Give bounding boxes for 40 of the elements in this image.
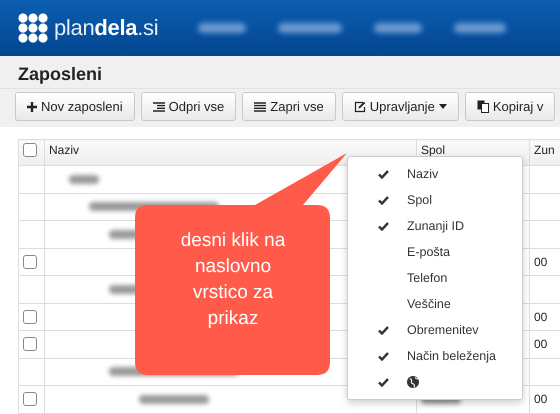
blurred-nav-item[interactable] bbox=[278, 23, 342, 33]
select-all-checkbox[interactable] bbox=[23, 143, 37, 157]
row-checkbox[interactable] bbox=[23, 392, 37, 406]
blurred-nav-item[interactable] bbox=[374, 23, 422, 33]
blurred-nav-item[interactable] bbox=[454, 23, 506, 33]
indent-lines-icon bbox=[152, 102, 165, 112]
blurred-text bbox=[69, 174, 99, 184]
toolbar-button[interactable]: Odpri vse bbox=[140, 92, 236, 121]
menu-item[interactable]: Telefon bbox=[348, 265, 522, 291]
menu-item[interactable]: Spol bbox=[348, 187, 522, 213]
table-cell: 00 bbox=[534, 310, 548, 324]
toolbar-button[interactable]: Upravljanje bbox=[342, 92, 459, 121]
row-checkbox[interactable] bbox=[23, 337, 37, 352]
row-checkbox[interactable] bbox=[23, 254, 37, 269]
table-cell: 00 bbox=[534, 254, 548, 269]
dots-grid-icon bbox=[18, 13, 48, 43]
column-header[interactable]: Naziv bbox=[44, 140, 416, 166]
callout-text: desni klik na naslovno vrstico za prikaz bbox=[180, 229, 286, 331]
column-header[interactable]: Zun bbox=[530, 140, 560, 166]
caret-icon bbox=[438, 104, 447, 109]
blurred-text bbox=[139, 394, 209, 404]
logo-text[interactable]: plandela.si bbox=[54, 15, 158, 41]
toolbar-button[interactable]: Nov zaposleni bbox=[15, 92, 135, 121]
menu-item[interactable]: Zunanji ID bbox=[348, 213, 522, 239]
list-lines-icon bbox=[254, 102, 266, 112]
edit-icon bbox=[354, 100, 366, 112]
table-cell: 00 bbox=[534, 337, 548, 352]
menu-item[interactable]: Obremenitev bbox=[348, 317, 522, 343]
copy-icon bbox=[476, 100, 489, 113]
menu-item[interactable]: Način beleženja bbox=[348, 343, 522, 369]
menu-item[interactable]: Veščine bbox=[348, 291, 522, 317]
menu-item[interactable]: E-pošta bbox=[348, 239, 522, 265]
page-title: Zaposleni bbox=[18, 64, 102, 86]
toolbar-button[interactable]: Zapri vse bbox=[242, 92, 336, 121]
row-checkbox[interactable] bbox=[23, 310, 37, 324]
globe-icon bbox=[407, 376, 419, 388]
toolbar-button[interactable]: Kopiraj v bbox=[464, 92, 556, 121]
plus-icon bbox=[27, 102, 37, 112]
blurred-nav-item[interactable] bbox=[198, 23, 246, 33]
table-cell: 00 bbox=[534, 392, 548, 406]
